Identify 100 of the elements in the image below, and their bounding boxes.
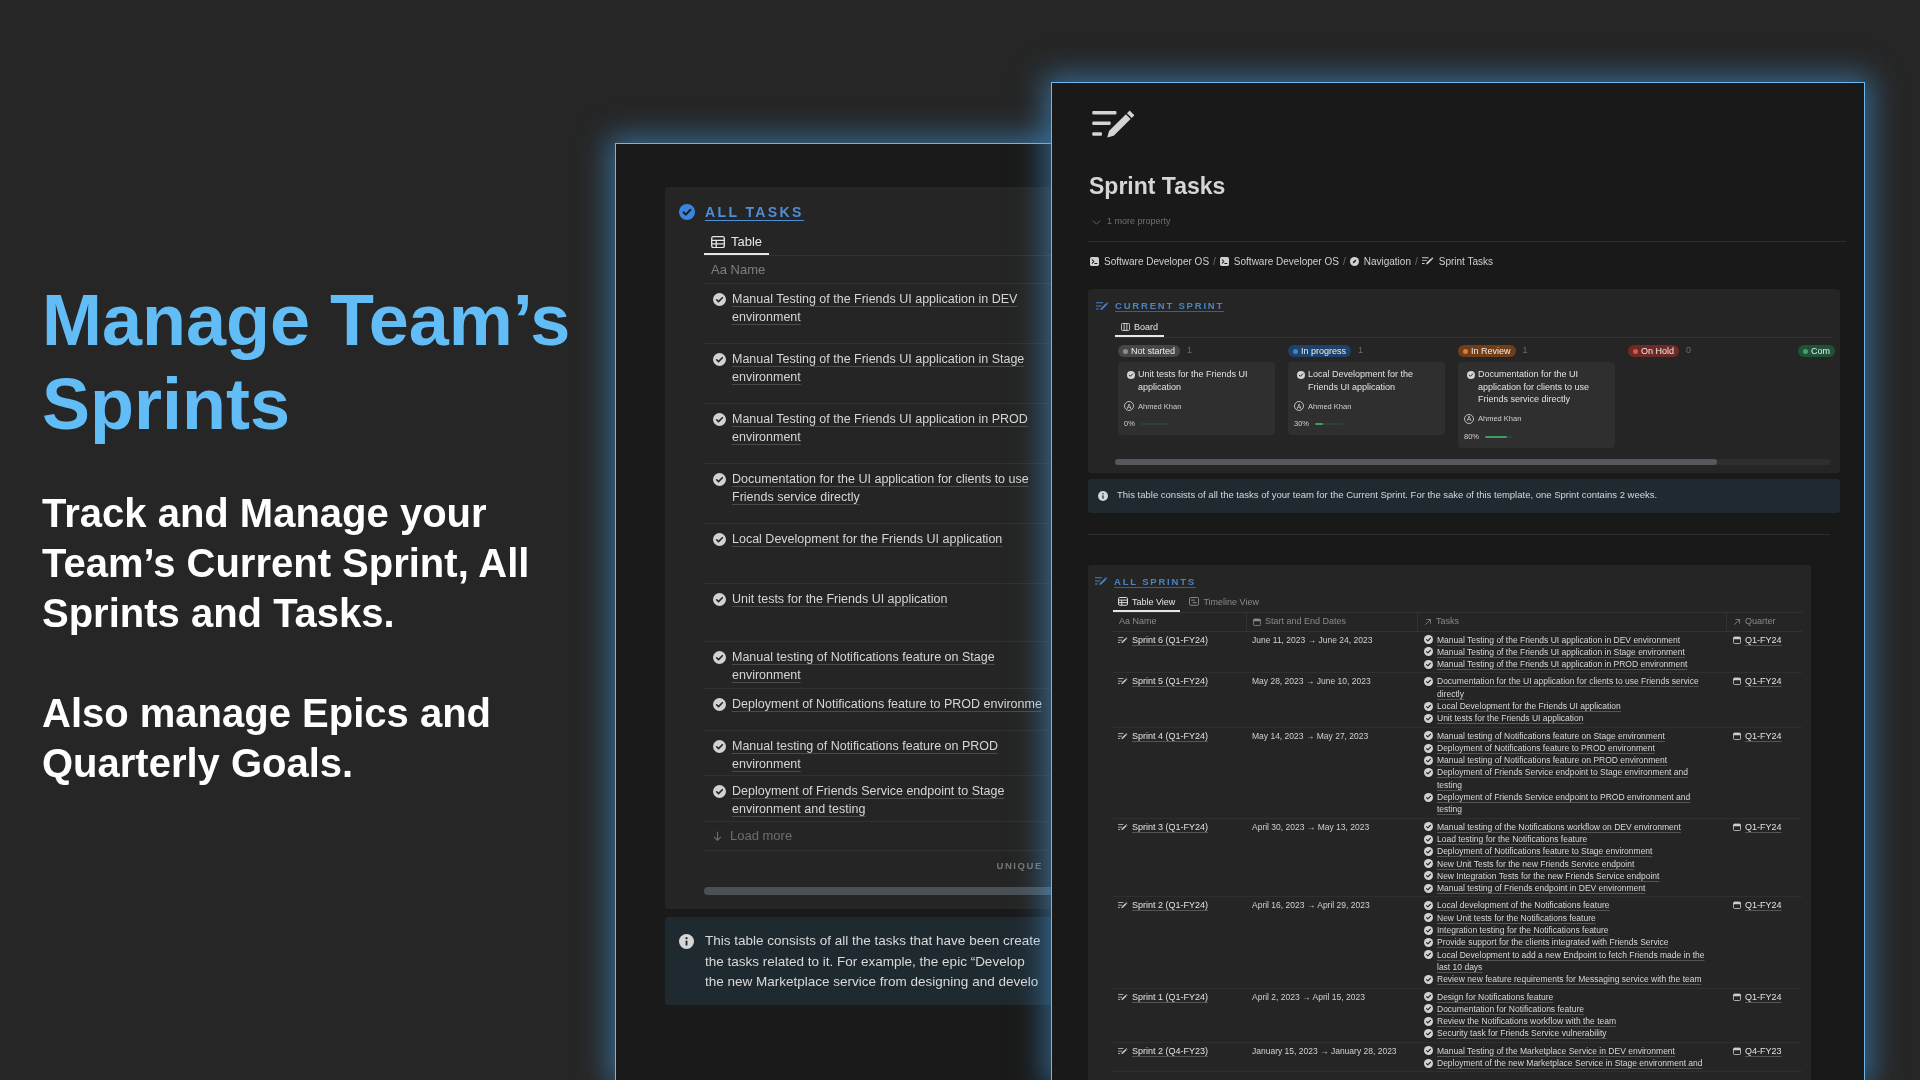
property-toggle[interactable]: 1 more property [1092,215,1171,229]
task-link[interactable]: Unit tests for the Friends UI application [1437,712,1584,725]
list-pencil-icon [1118,1047,1128,1055]
quarter-link[interactable]: Q1-FY24 [1745,675,1782,688]
task-link[interactable]: Deployment of Friends Service endpoint to Stage environment and testing [1437,766,1710,792]
task-link[interactable]: Documentation for Notifications feature [1437,1002,1584,1016]
chevron-down-icon [1092,217,1101,227]
task-name[interactable]: Manual testing of Notifications feature on PROD environment [732,737,1047,773]
check-circle-icon [1424,635,1433,645]
view-tab[interactable]: Table View [1113,591,1181,612]
breadcrumb-link[interactable]: Software Developer OS [1090,253,1210,269]
quarter-link[interactable]: Q1-FY24 [1745,990,1782,1003]
task-link[interactable]: Deployment of Notifications feature to Stage environment [1437,845,1653,858]
view-tab[interactable]: Board [1115,317,1165,337]
check-circle-icon [713,650,726,664]
task-link[interactable]: Local Development for the Friends UI application [1437,700,1621,713]
sprint-name[interactable]: Sprint 4 (Q1-FY24) [1132,729,1209,742]
check-circle-icon [679,204,695,220]
view-tab[interactable]: Table [704,229,770,255]
check-circle-icon [1424,731,1433,741]
task-link[interactable]: New Unit tests for the Notifications feature [1437,911,1596,925]
task-link[interactable]: Deployment of the new Marketplace Service in Stage environment and [1437,1057,1703,1070]
task-link[interactable]: Integration testing for the Notifications feature [1437,924,1609,937]
check-circle-icon [1127,370,1135,379]
task-link[interactable]: New Unit Tests for the new Friends Service endpoint [1437,857,1635,870]
quarter-link[interactable]: Q1-FY24 [1745,633,1782,646]
info-icon [679,934,694,949]
sprint-name[interactable]: Sprint 2 (Q1-FY24) [1132,899,1209,912]
view-tab[interactable]: Timeline View [1184,591,1264,612]
sprint-name[interactable]: Sprint 6 (Q1-FY24) [1132,633,1209,646]
item-count: 1 [1358,345,1364,358]
check-circle-icon [1424,677,1433,687]
task-link[interactable]: Manual testing of the Notifications workflow on DEV environment [1437,820,1681,833]
check-circle-icon [1424,992,1433,1002]
check-circle-icon [1424,859,1433,869]
timeline-icon [1189,597,1200,606]
task-link[interactable]: Documentation for the UI application for clients to use Friends service directly [1437,675,1710,700]
list-pencil-icon [1118,902,1128,909]
task-link[interactable]: Design for Notifications feature [1437,990,1554,1003]
breadcrumb-link[interactable]: Sprint Tasks [1421,253,1494,269]
task-link[interactable]: Manual testing of Notifications feature on Stage environment [1437,729,1665,742]
sprint-name[interactable]: Sprint 1 (Q1-FY24) [1132,990,1209,1003]
breadcrumb-separator: / [1213,254,1216,269]
task-name[interactable]: Documentation for the UI application for clients to use Friends service directly [732,470,1047,506]
quarter-link[interactable]: Q1-FY24 [1745,899,1782,912]
quarter-link[interactable]: Q1-FY24 [1745,820,1782,833]
compass-icon [1349,256,1359,266]
calendar-icon [1733,1046,1741,1055]
check-circle-icon [1424,743,1433,753]
task-link[interactable]: Manual testing of Notifications feature on PROD environment [1437,754,1668,767]
task-name[interactable]: Local Development for the Friends UI application [732,530,1003,548]
scrollbar-thumb[interactable] [704,887,1051,895]
sprint-name[interactable]: Sprint 2 (Q4-FY23) [1132,1044,1209,1057]
sprint-name[interactable]: Sprint 3 (Q1-FY24) [1132,820,1209,833]
task-link[interactable]: Manual testing of Friends endpoint in DEV environment [1437,882,1646,895]
breadcrumb-separator: / [1342,254,1346,269]
breadcrumb-link[interactable]: Navigation [1349,253,1411,269]
task-link[interactable]: Review the Notifications workflow with the team [1437,1015,1617,1028]
date-range: April 2, 2023 → April 15, 2023 [1252,990,1366,1003]
task-link[interactable]: Local Development to add a new Endpoint to fetch Friends made in the last 10 days [1437,948,1710,974]
arrow-up-right-icon [1424,617,1432,626]
column-header: Tasks [1436,614,1459,628]
check-circle-icon [1424,822,1433,832]
task-name[interactable]: Deployment of Notifications feature to PROD environme [732,695,1042,713]
quarter-link[interactable]: Q4-FY23 [1745,1044,1782,1057]
list-pencil-icon [1096,301,1109,311]
task-link[interactable]: Local development of the Notifications feature [1437,899,1610,912]
task-link[interactable]: Manual Testing of the Friends UI application in Stage environment [1437,645,1685,659]
task-name[interactable]: Manual testing of Notifications feature on Stage environment [732,648,1047,684]
task-link[interactable]: Deployment of Notifications feature to PROD environment [1437,741,1655,755]
scrollbar-thumb[interactable] [1115,458,1717,465]
sprint-name[interactable]: Sprint 5 (Q1-FY24) [1132,675,1209,688]
date-range: April 16, 2023 → April 29, 2023 [1252,899,1371,912]
hero-text: Also manage Epics and Quarterly Goals. [42,690,493,787]
task-link[interactable]: Review new feature requirements for Messaging service with the team [1437,973,1702,986]
quarter-link[interactable]: Q1-FY24 [1745,729,1782,742]
task-link[interactable]: Security task for Friends Service vulnerability [1437,1027,1607,1040]
task-link[interactable]: Deployment of Friends Service endpoint to PROD environment and testing [1437,791,1710,816]
status-label: In Review [1471,345,1511,357]
task-name[interactable]: Manual Testing of the Friends UI application in PROD environment [732,410,1047,446]
callout-text: This table consists of all the tasks of your team for the Current Sprint. For the sake of this template, one Sprint contains 2 weeks. [1117,488,1658,503]
breadcrumb-link[interactable]: Software Developer OS [1219,253,1339,269]
date-range: April 30, 2023 → May 13, 2023 [1252,820,1371,833]
task-name[interactable]: Deployment of Friends Service endpoint to Stage environment and testing [732,782,1047,818]
check-circle-icon [713,784,726,798]
task-name[interactable]: Unit tests for the Friends UI application [732,590,948,608]
info-icon [1098,490,1108,501]
column-header: Start and End Dates [1265,614,1347,628]
check-circle-icon [1467,370,1475,379]
task-link[interactable]: Manual Testing of the Marketplace Service in DEV environment [1437,1044,1675,1057]
task-link[interactable]: Provide support for the clients integrated with Friends Service [1437,936,1669,949]
check-circle-icon [1424,937,1433,947]
list-pencil-icon [1118,678,1128,685]
task-link[interactable]: Manual Testing of the Friends UI application in PROD environment [1437,658,1688,671]
status-label: Not started [1131,345,1176,357]
task-name[interactable]: Manual Testing of the Friends UI application in DEV environment [732,290,1047,326]
task-name[interactable]: Manual Testing of the Friends UI application in Stage environment [732,350,1047,386]
task-link[interactable]: Load testing for the Notifications feature [1437,832,1588,846]
task-link[interactable]: Manual Testing of the Friends UI application in DEV environment [1437,633,1681,646]
task-link[interactable]: New Integration Tests for the new Friends Service endpoint [1437,869,1660,883]
